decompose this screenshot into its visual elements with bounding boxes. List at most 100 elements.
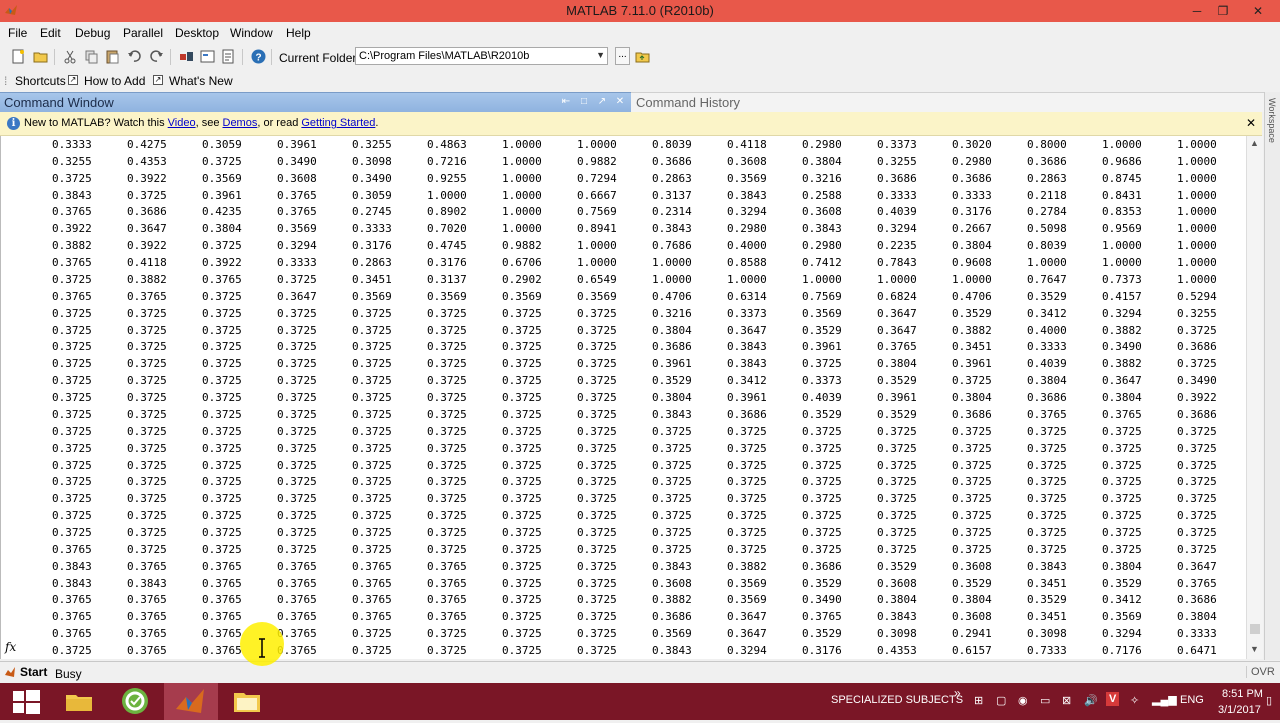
cut-icon[interactable] (62, 48, 79, 65)
maximize-button[interactable]: ❐ (1209, 2, 1237, 20)
undock-icon[interactable]: ↗ (596, 95, 608, 109)
taskbar-matlab-app[interactable] (164, 683, 218, 720)
matrix-value: 0.6157 (952, 644, 992, 658)
video-link[interactable]: Video (168, 117, 196, 129)
close-button[interactable]: ✕ (1244, 2, 1272, 20)
language-indicator[interactable]: ENG (1180, 694, 1204, 706)
current-folder-input[interactable]: C:\Program Files\MATLAB\R2010b ▼ (355, 47, 608, 65)
tray-display-icon[interactable]: ▭ (1040, 694, 1050, 707)
fx-prompt-icon[interactable]: fx (5, 640, 16, 654)
matrix-value: 0.3608 (877, 576, 917, 590)
tray-close-icon[interactable]: ⊠ (1062, 694, 1071, 707)
matrix-value: 0.3725 (1102, 424, 1142, 438)
matrix-value: 0.3804 (877, 357, 917, 371)
matrix-value: 0.3255 (52, 154, 92, 168)
matrix-value: 0.4039 (802, 391, 842, 405)
matrix-value: 0.3176 (952, 205, 992, 219)
close-panel-icon[interactable]: ✕ (614, 95, 626, 109)
workspace-tab[interactable]: Workspace (1264, 92, 1280, 660)
chevron-down-icon[interactable]: ▼ (596, 50, 605, 60)
clock-time[interactable]: 8:51 PM (1222, 688, 1263, 700)
matrix-value: 0.3725 (1102, 542, 1142, 556)
scrollbar-thumb[interactable] (1250, 624, 1260, 634)
whats-new-link[interactable]: What's New (169, 74, 233, 88)
copy-icon[interactable] (83, 48, 100, 65)
command-history-header[interactable]: Command History (631, 92, 1264, 112)
volume-icon[interactable]: 🔊 (1084, 694, 1098, 707)
matrix-value: 0.3922 (127, 239, 167, 253)
window-maximize-icon[interactable]: □ (578, 95, 590, 109)
matrix-value: 0.3765 (352, 610, 392, 624)
taskbar-explorer-app[interactable] (52, 683, 106, 720)
matrix-value: 0.3725 (1027, 542, 1067, 556)
tray-globe-icon[interactable]: ◉ (1018, 694, 1028, 707)
close-icon[interactable]: ✕ (1246, 116, 1256, 130)
matrix-value: 0.3765 (877, 340, 917, 354)
new-file-icon[interactable] (10, 48, 27, 65)
command-window-output[interactable]: 0.3333 0.4275 0.3059 0.3961 0.3255 0.4863 1.00… (0, 136, 1247, 659)
how-to-add-link[interactable]: How to Add (84, 74, 145, 88)
help-icon[interactable]: ? (250, 48, 267, 65)
demos-link[interactable]: Demos (223, 117, 258, 129)
matrix-value: 0.2941 (952, 627, 992, 641)
clock-date[interactable]: 3/1/2017 (1218, 704, 1261, 716)
vertical-scrollbar[interactable]: ▲ ▼ (1246, 136, 1263, 659)
tray-window-icon[interactable]: ▢ (996, 694, 1006, 707)
matrix-value: 0.3765 (52, 289, 92, 303)
matrix-value: 0.4000 (727, 239, 767, 253)
simulink-icon[interactable] (178, 48, 195, 65)
open-folder-icon[interactable] (32, 48, 49, 65)
network-signal-icon[interactable]: ▂▄▆ (1152, 693, 1177, 706)
paste-icon[interactable] (104, 48, 121, 65)
dock-arrows-icon[interactable]: ⇤ (560, 95, 572, 109)
matrix-value: 0.3725 (1102, 492, 1142, 506)
matrix-value: 0.3725 (877, 441, 917, 455)
notifications-icon[interactable]: ▯ (1266, 694, 1272, 707)
menu-debug[interactable]: Debug (75, 26, 110, 40)
matrix-value: 0.3765 (352, 576, 392, 590)
tray-tool-icon[interactable]: ⊞ (974, 694, 983, 707)
start-button[interactable]: Start (4, 665, 47, 681)
matrix-value: 0.3725 (952, 458, 992, 472)
matrix-value: 1.0000 (1177, 205, 1217, 219)
menu-help[interactable]: Help (286, 26, 311, 40)
output-row: 0.3765 0.3765 0.3765 0.3765 0.3765 0.3765 0.37… (1, 610, 1247, 627)
matrix-value: 0.3608 (952, 559, 992, 573)
taskbar-folder-app[interactable] (220, 683, 274, 720)
matrix-value: 0.3765 (427, 559, 467, 573)
undo-icon[interactable] (126, 48, 143, 65)
tray-share-icon[interactable]: ✧ (1130, 694, 1139, 707)
menu-file[interactable]: File (8, 26, 27, 40)
windows-start-button[interactable] (0, 683, 54, 720)
matrix-value: 0.3725 (727, 526, 767, 539)
getting-started-link[interactable]: Getting Started (301, 117, 375, 129)
menu-parallel[interactable]: Parallel (123, 26, 163, 40)
up-folder-icon[interactable] (634, 48, 651, 65)
scroll-down-icon[interactable]: ▼ (1250, 644, 1259, 654)
menu-window[interactable]: Window (230, 26, 273, 40)
matrix-value: 0.6706 (502, 256, 542, 270)
matrix-value: 0.3725 (727, 458, 767, 472)
profiler-icon[interactable] (220, 48, 237, 65)
scroll-up-icon[interactable]: ▲ (1250, 138, 1259, 148)
antivirus-icon[interactable]: V (1106, 692, 1120, 706)
matrix-value: 0.3725 (427, 475, 467, 489)
browse-folder-button[interactable]: ... (615, 47, 630, 65)
toolbar-separator (54, 49, 55, 65)
shortcuts-label[interactable]: Shortcuts (15, 74, 66, 88)
menu-desktop[interactable]: Desktop (175, 26, 219, 40)
matrix-value: 0.3765 (52, 542, 92, 556)
matrix-value: 0.3725 (577, 492, 617, 506)
matrix-value: 0.3725 (277, 526, 317, 539)
matrix-value: 0.3725 (202, 374, 242, 388)
redo-icon[interactable] (148, 48, 165, 65)
matrix-value: 0.4039 (1027, 357, 1067, 371)
menu-edit[interactable]: Edit (40, 26, 61, 40)
guide-icon[interactable] (199, 48, 216, 65)
matrix-value: 0.3529 (952, 306, 992, 320)
toolbar-chevron-icon[interactable]: » (954, 686, 961, 700)
output-row: 0.3725 0.3765 0.3765 0.3765 0.3725 0.3725 0.37… (1, 644, 1247, 659)
minimize-button[interactable]: ─ (1183, 2, 1211, 20)
taskbar-toolbar-label[interactable]: SPECIALIZED SUBJECTS (831, 694, 963, 706)
taskbar-camtasia-app[interactable] (108, 683, 162, 720)
